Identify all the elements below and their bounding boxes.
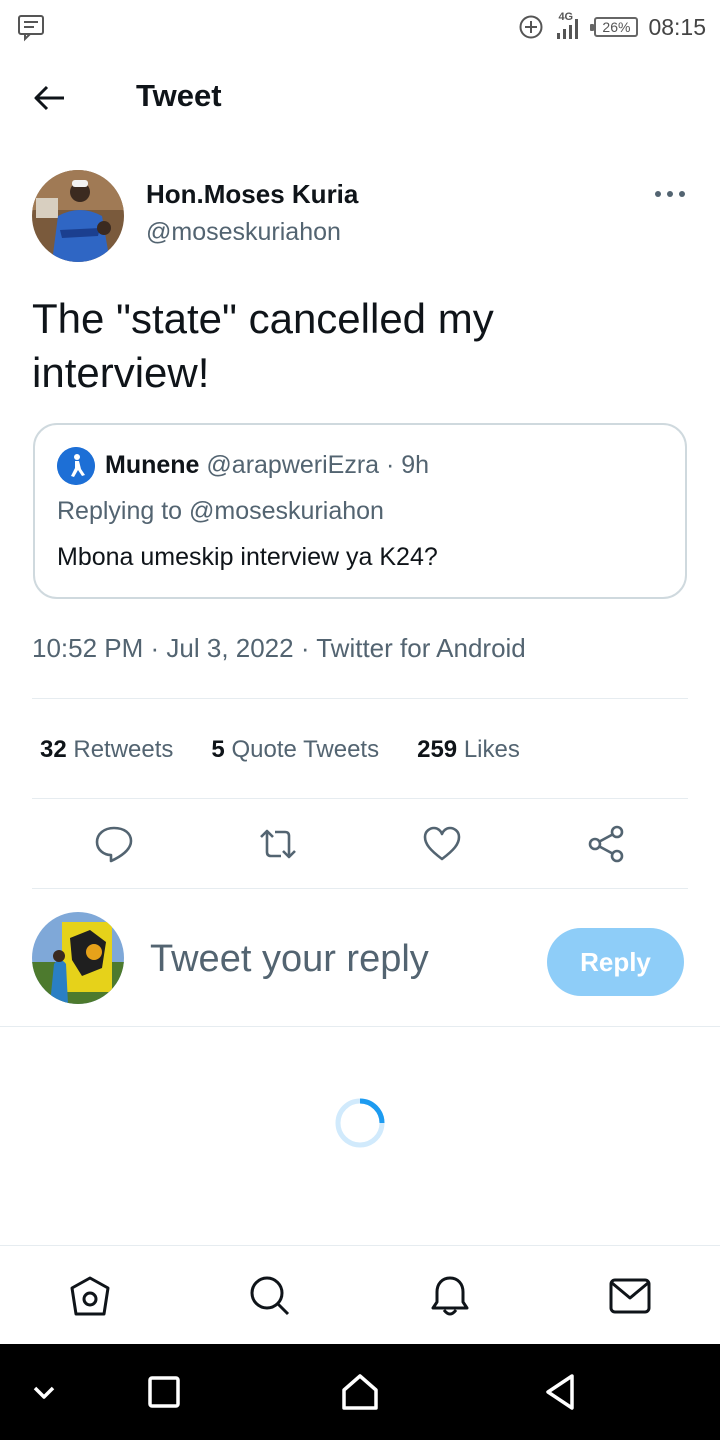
data-saver-icon [519,15,543,39]
author-handle[interactable]: @moseskuriahon [146,218,341,247]
author-name[interactable]: Hon.Moses Kuria [146,179,358,210]
top-header: Tweet [0,60,720,136]
message-notification-icon [18,15,44,42]
share-icon[interactable] [586,824,626,864]
search-icon[interactable] [248,1274,292,1318]
quoted-author-name: Munene [105,451,200,479]
divider [0,1026,720,1027]
more-options-icon[interactable] [652,184,688,204]
likes-label: Likes [463,736,520,763]
retweets-label: Retweets [73,736,174,763]
retweets-stat[interactable]: 32 Retweets [40,736,173,764]
author-avatar[interactable] [32,170,124,262]
back-nav-icon[interactable] [538,1370,582,1414]
quoted-replying-to: Replying to @moseskuriahon [57,497,384,525]
reply-input[interactable]: Tweet your reply [150,938,429,981]
likes-stat[interactable]: 259 Likes [417,736,520,764]
quote-tweets-label: Quote Tweets [231,736,380,763]
home-icon[interactable] [68,1274,112,1318]
retweet-icon[interactable] [258,824,298,864]
status-bar: 4G 26% 08:15 [0,0,720,54]
retweets-count: 32 [40,736,67,763]
tweet-text: The "state" cancelled my interview! [32,295,494,396]
signal-icon: 4G [552,11,586,41]
tweet-timestamp: 10:52 PM · Jul 3, 2022 · Twitter for And… [32,633,526,663]
battery-indicator: 26% [590,17,639,37]
system-navigation-bar [0,1344,720,1440]
loading-spinner-icon [335,1098,385,1148]
divider [32,698,688,699]
reply-button[interactable]: Reply [547,928,684,996]
reply-icon[interactable] [94,824,134,864]
tweet-stats: 32 Retweets 5 Quote Tweets 259 Likes [40,736,520,764]
quoted-author-avatar [57,447,95,485]
chevron-down-icon[interactable] [22,1370,66,1414]
recents-icon[interactable] [142,1370,186,1414]
like-icon[interactable] [422,824,462,864]
bottom-tab-bar [0,1245,720,1344]
notifications-icon[interactable] [428,1274,472,1318]
likes-count: 259 [417,736,458,763]
messages-icon[interactable] [608,1274,652,1318]
divider [32,798,688,799]
back-arrow-icon[interactable] [30,80,70,116]
quoted-tweet-text: Mbona umeskip interview ya K24? [57,543,438,571]
quote-tweets-stat[interactable]: 5 Quote Tweets [211,736,379,764]
home-nav-icon[interactable] [338,1370,382,1414]
quoted-author-meta: @arapweriEzra · 9h [206,451,430,479]
status-clock: 08:15 [648,13,706,40]
quote-tweets-count: 5 [211,736,225,763]
my-avatar [32,912,124,1004]
page-title: Tweet [136,78,222,113]
quoted-tweet-card[interactable]: Munene @arapweriEzra · 9h Replying to @m… [33,423,687,599]
divider [32,888,688,889]
